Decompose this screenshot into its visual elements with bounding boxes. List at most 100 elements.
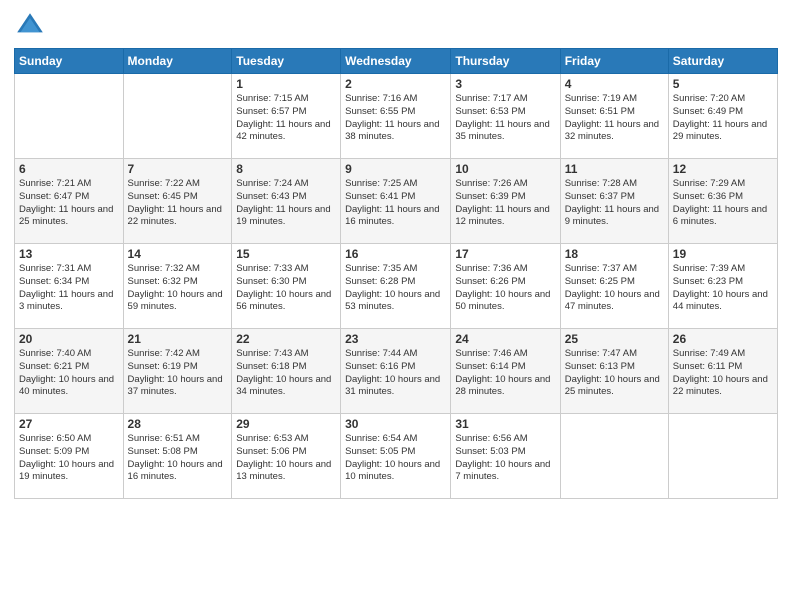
- weekday-header: Thursday: [451, 49, 560, 74]
- sunset-text: Sunset: 6:36 PM: [673, 191, 773, 204]
- day-info: Sunrise: 7:28 AMSunset: 6:37 PMDaylight:…: [565, 178, 664, 229]
- sunset-text: Sunset: 5:09 PM: [19, 446, 119, 459]
- day-info: Sunrise: 7:43 AMSunset: 6:18 PMDaylight:…: [236, 348, 336, 399]
- day-info: Sunrise: 7:35 AMSunset: 6:28 PMDaylight:…: [345, 263, 446, 314]
- day-info: Sunrise: 7:37 AMSunset: 6:25 PMDaylight:…: [565, 263, 664, 314]
- sunset-text: Sunset: 6:18 PM: [236, 361, 336, 374]
- sunrise-text: Sunrise: 7:26 AM: [455, 178, 555, 191]
- sunset-text: Sunset: 6:47 PM: [19, 191, 119, 204]
- daylight-text: Daylight: 10 hours and 34 minutes.: [236, 374, 336, 400]
- daylight-text: Daylight: 11 hours and 16 minutes.: [345, 204, 446, 230]
- sunrise-text: Sunrise: 7:25 AM: [345, 178, 446, 191]
- calendar-cell: 10Sunrise: 7:26 AMSunset: 6:39 PMDayligh…: [451, 159, 560, 244]
- daylight-text: Daylight: 11 hours and 9 minutes.: [565, 204, 664, 230]
- calendar-week-row: 1Sunrise: 7:15 AMSunset: 6:57 PMDaylight…: [15, 74, 778, 159]
- day-info: Sunrise: 7:22 AMSunset: 6:45 PMDaylight:…: [128, 178, 228, 229]
- sunrise-text: Sunrise: 6:56 AM: [455, 433, 555, 446]
- sunset-text: Sunset: 6:28 PM: [345, 276, 446, 289]
- daylight-text: Daylight: 11 hours and 35 minutes.: [455, 119, 555, 145]
- day-info: Sunrise: 7:17 AMSunset: 6:53 PMDaylight:…: [455, 93, 555, 144]
- calendar-week-row: 20Sunrise: 7:40 AMSunset: 6:21 PMDayligh…: [15, 329, 778, 414]
- day-info: Sunrise: 7:32 AMSunset: 6:32 PMDaylight:…: [128, 263, 228, 314]
- sunrise-text: Sunrise: 7:21 AM: [19, 178, 119, 191]
- calendar-cell: [123, 74, 232, 159]
- sunset-text: Sunset: 6:39 PM: [455, 191, 555, 204]
- sunset-text: Sunset: 6:16 PM: [345, 361, 446, 374]
- day-info: Sunrise: 7:40 AMSunset: 6:21 PMDaylight:…: [19, 348, 119, 399]
- calendar-cell: 18Sunrise: 7:37 AMSunset: 6:25 PMDayligh…: [560, 244, 668, 329]
- sunset-text: Sunset: 6:43 PM: [236, 191, 336, 204]
- calendar-week-row: 27Sunrise: 6:50 AMSunset: 5:09 PMDayligh…: [15, 414, 778, 499]
- calendar-cell: 19Sunrise: 7:39 AMSunset: 6:23 PMDayligh…: [668, 244, 777, 329]
- day-number: 8: [236, 162, 336, 176]
- calendar-cell: [560, 414, 668, 499]
- page: SundayMondayTuesdayWednesdayThursdayFrid…: [0, 0, 792, 612]
- calendar-cell: 2Sunrise: 7:16 AMSunset: 6:55 PMDaylight…: [341, 74, 451, 159]
- day-info: Sunrise: 7:16 AMSunset: 6:55 PMDaylight:…: [345, 93, 446, 144]
- daylight-text: Daylight: 10 hours and 19 minutes.: [19, 459, 119, 485]
- daylight-text: Daylight: 10 hours and 47 minutes.: [565, 289, 664, 315]
- daylight-text: Daylight: 11 hours and 32 minutes.: [565, 119, 664, 145]
- day-info: Sunrise: 7:31 AMSunset: 6:34 PMDaylight:…: [19, 263, 119, 314]
- daylight-text: Daylight: 10 hours and 40 minutes.: [19, 374, 119, 400]
- day-info: Sunrise: 7:25 AMSunset: 6:41 PMDaylight:…: [345, 178, 446, 229]
- sunset-text: Sunset: 6:51 PM: [565, 106, 664, 119]
- calendar-cell: 4Sunrise: 7:19 AMSunset: 6:51 PMDaylight…: [560, 74, 668, 159]
- day-info: Sunrise: 6:54 AMSunset: 5:05 PMDaylight:…: [345, 433, 446, 484]
- sunset-text: Sunset: 6:26 PM: [455, 276, 555, 289]
- day-number: 21: [128, 332, 228, 346]
- weekday-header: Friday: [560, 49, 668, 74]
- day-info: Sunrise: 7:24 AMSunset: 6:43 PMDaylight:…: [236, 178, 336, 229]
- calendar-cell: 3Sunrise: 7:17 AMSunset: 6:53 PMDaylight…: [451, 74, 560, 159]
- day-info: Sunrise: 7:42 AMSunset: 6:19 PMDaylight:…: [128, 348, 228, 399]
- day-number: 1: [236, 77, 336, 91]
- sunset-text: Sunset: 6:30 PM: [236, 276, 336, 289]
- calendar-cell: 31Sunrise: 6:56 AMSunset: 5:03 PMDayligh…: [451, 414, 560, 499]
- sunset-text: Sunset: 6:37 PM: [565, 191, 664, 204]
- day-number: 26: [673, 332, 773, 346]
- weekday-header: Tuesday: [232, 49, 341, 74]
- daylight-text: Daylight: 10 hours and 59 minutes.: [128, 289, 228, 315]
- calendar-cell: [15, 74, 124, 159]
- day-number: 29: [236, 417, 336, 431]
- daylight-text: Daylight: 11 hours and 25 minutes.: [19, 204, 119, 230]
- weekday-header: Monday: [123, 49, 232, 74]
- daylight-text: Daylight: 11 hours and 42 minutes.: [236, 119, 336, 145]
- daylight-text: Daylight: 10 hours and 22 minutes.: [673, 374, 773, 400]
- day-info: Sunrise: 6:50 AMSunset: 5:09 PMDaylight:…: [19, 433, 119, 484]
- sunrise-text: Sunrise: 7:44 AM: [345, 348, 446, 361]
- day-number: 13: [19, 247, 119, 261]
- calendar-cell: 12Sunrise: 7:29 AMSunset: 6:36 PMDayligh…: [668, 159, 777, 244]
- sunrise-text: Sunrise: 7:49 AM: [673, 348, 773, 361]
- sunrise-text: Sunrise: 7:15 AM: [236, 93, 336, 106]
- sunset-text: Sunset: 6:13 PM: [565, 361, 664, 374]
- sunrise-text: Sunrise: 7:22 AM: [128, 178, 228, 191]
- sunrise-text: Sunrise: 6:51 AM: [128, 433, 228, 446]
- day-number: 19: [673, 247, 773, 261]
- sunset-text: Sunset: 6:34 PM: [19, 276, 119, 289]
- calendar-cell: 9Sunrise: 7:25 AMSunset: 6:41 PMDaylight…: [341, 159, 451, 244]
- day-info: Sunrise: 7:46 AMSunset: 6:14 PMDaylight:…: [455, 348, 555, 399]
- sunrise-text: Sunrise: 6:53 AM: [236, 433, 336, 446]
- day-number: 28: [128, 417, 228, 431]
- sunrise-text: Sunrise: 7:33 AM: [236, 263, 336, 276]
- sunset-text: Sunset: 6:55 PM: [345, 106, 446, 119]
- header: [14, 10, 778, 42]
- day-number: 30: [345, 417, 446, 431]
- day-number: 24: [455, 332, 555, 346]
- day-number: 22: [236, 332, 336, 346]
- daylight-text: Daylight: 11 hours and 22 minutes.: [128, 204, 228, 230]
- sunrise-text: Sunrise: 6:54 AM: [345, 433, 446, 446]
- day-info: Sunrise: 6:51 AMSunset: 5:08 PMDaylight:…: [128, 433, 228, 484]
- daylight-text: Daylight: 10 hours and 50 minutes.: [455, 289, 555, 315]
- day-info: Sunrise: 7:19 AMSunset: 6:51 PMDaylight:…: [565, 93, 664, 144]
- calendar-cell: 8 Sunrise: 7:24 AMSunset: 6:43 PMDaylight…: [232, 159, 341, 244]
- sunrise-text: Sunrise: 7:46 AM: [455, 348, 555, 361]
- daylight-text: Daylight: 10 hours and 28 minutes.: [455, 374, 555, 400]
- calendar-cell: 25Sunrise: 7:47 AMSunset: 6:13 PMDayligh…: [560, 329, 668, 414]
- sunset-text: Sunset: 6:11 PM: [673, 361, 773, 374]
- daylight-text: Daylight: 10 hours and 13 minutes.: [236, 459, 336, 485]
- daylight-text: Daylight: 10 hours and 25 minutes.: [565, 374, 664, 400]
- day-number: 16: [345, 247, 446, 261]
- daylight-text: Daylight: 10 hours and 44 minutes.: [673, 289, 773, 315]
